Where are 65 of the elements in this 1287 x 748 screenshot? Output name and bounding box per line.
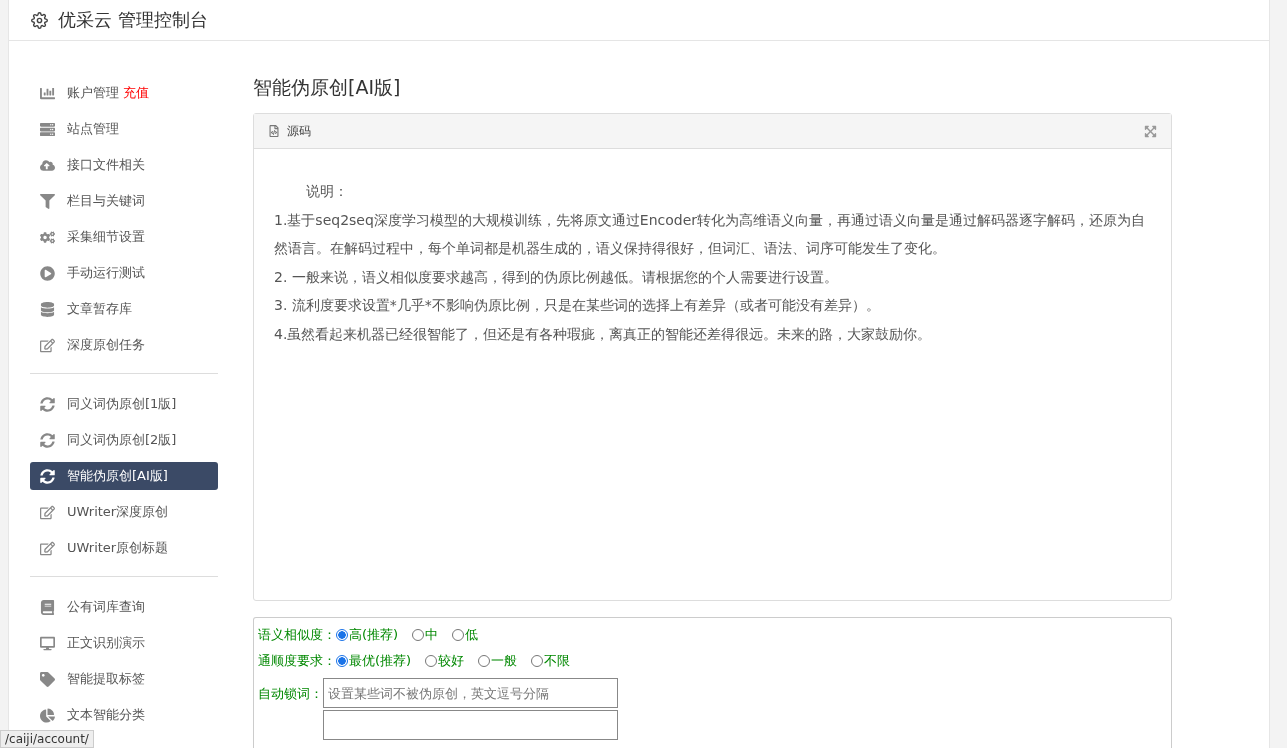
sidebar-item[interactable]: 采集细节设置 xyxy=(30,223,218,251)
bar-chart-icon xyxy=(40,85,55,101)
radio-option[interactable]: 较好 xyxy=(425,652,465,670)
radio-button[interactable] xyxy=(425,655,438,667)
radio-button[interactable] xyxy=(412,629,425,641)
book-icon xyxy=(40,599,55,615)
radio-option[interactable]: 最优(推荐) xyxy=(336,652,412,670)
input-field[interactable] xyxy=(323,710,618,740)
lock-words-field[interactable]: 设置某些词不被伪原创，英文逗号分隔 xyxy=(323,678,618,708)
sidebar-item[interactable]: 智能提取标签 xyxy=(30,665,218,693)
editor-text: 2. 一般来说，语义相似度要求越高，得到的伪原比例越低。请根据您的个人需要进行设置。 xyxy=(274,267,839,287)
app-title: 优采云 管理控制台 xyxy=(58,8,208,32)
radio-button[interactable] xyxy=(531,655,544,667)
sidebar-item[interactable]: UWriter深度原创 xyxy=(30,498,218,526)
sidebar-item[interactable]: 同义词伪原创[2版] xyxy=(30,426,218,454)
server-icon xyxy=(40,121,55,137)
radio-option[interactable]: 一般 xyxy=(478,652,518,670)
sidebar-item[interactable]: 文章暂存库 xyxy=(30,295,218,323)
editor-text: 说明： xyxy=(305,182,349,201)
editor-text: 3. 流利度要求设置*几乎*不影响伪原比例，只是在某些词的选择上有差异（或者可能没有差异）。 xyxy=(274,296,881,315)
page-title: 智能伪原创[AI版] xyxy=(253,75,402,100)
database-icon xyxy=(40,301,55,317)
sidebar-item[interactable]: 文本智能分类 xyxy=(30,701,218,729)
radio-option[interactable]: 低 xyxy=(452,626,479,644)
option-label: 通顺度要求： xyxy=(258,652,336,670)
refresh-icon xyxy=(40,396,55,412)
radio-button[interactable] xyxy=(478,655,491,667)
refresh-icon xyxy=(40,432,55,448)
fullscreen-icon[interactable] xyxy=(1144,124,1157,138)
play-icon xyxy=(40,265,55,281)
edit-icon xyxy=(40,337,55,353)
refresh-icon xyxy=(40,468,55,484)
sidebar-item[interactable]: 接口文件相关 xyxy=(30,151,218,179)
cloud-upload-icon xyxy=(40,157,55,173)
source-tab[interactable]: 源码 xyxy=(287,122,311,140)
gears-icon xyxy=(40,229,55,245)
field-label: 自动锁词： xyxy=(258,685,323,703)
tag-icon xyxy=(40,671,55,687)
option-label: 语义相似度： xyxy=(258,626,336,644)
sidebar-item[interactable]: 公有词库查询 xyxy=(30,593,218,621)
code-file-icon xyxy=(268,125,280,137)
sidebar-item[interactable]: 账户管理 充值 xyxy=(30,79,218,107)
monitor-icon xyxy=(40,635,55,651)
sidebar-item[interactable]: 智能伪原创[AI版] xyxy=(30,462,218,490)
status-url: /caiji/account/ xyxy=(0,730,94,748)
sidebar-item[interactable]: 栏目与关键词 xyxy=(30,187,218,215)
radio-button[interactable] xyxy=(336,629,348,641)
edit-icon xyxy=(40,504,55,520)
sidebar-item[interactable]: 正文识别演示 xyxy=(30,629,218,657)
radio-button[interactable] xyxy=(452,629,465,641)
sidebar-item[interactable]: 手动运行测试 xyxy=(30,259,218,287)
radio-option[interactable]: 高(推荐) xyxy=(336,626,399,644)
radio-option[interactable]: 中 xyxy=(412,626,439,644)
radio-button[interactable] xyxy=(336,655,348,667)
sidebar-item[interactable]: 深度原创任务 xyxy=(30,331,218,359)
radio-option[interactable]: 不限 xyxy=(531,652,571,670)
editor-text: 4.虽然看起来机器已经很智能了，但还是有各种瑕疵，离真正的智能还差得很远。未来的路，大家鼓励你。 xyxy=(274,324,933,344)
sidebar-item[interactable]: 站点管理 xyxy=(30,115,218,143)
settings-icon xyxy=(31,11,48,29)
pie-chart-icon xyxy=(40,707,55,723)
sidebar-item[interactable]: UWriter原创标题 xyxy=(30,534,218,562)
sidebar-item[interactable]: 同义词伪原创[1版] xyxy=(30,390,218,418)
filter-icon xyxy=(40,193,55,209)
editor-text: 1.基于seq2seq深度学习模型的大规模训练，先将原文通过Encoder转化为高维语义向量，再通过语义向量是通过解码器逐字解码，还原为自然语言。在解码过程中，每个单词都是机器生成的，语义保持得很好，但词汇、语法、词序可能发生了变化。 xyxy=(274,210,1147,258)
edit-icon xyxy=(40,540,55,556)
